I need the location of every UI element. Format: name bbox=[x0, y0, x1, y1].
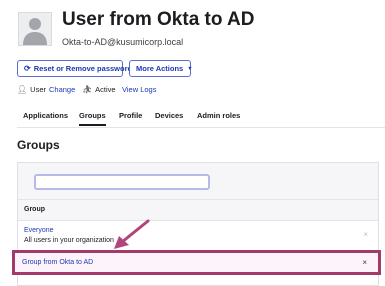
more-actions-button[interactable]: More Actions ▼ bbox=[129, 60, 193, 77]
change-user-type-link[interactable]: Change bbox=[49, 85, 75, 94]
table-header: Group bbox=[18, 200, 378, 221]
active-label: Active bbox=[95, 85, 116, 94]
reset-password-label: Reset or Remove password bbox=[33, 64, 133, 73]
person-icon: 👤︎ bbox=[17, 85, 28, 94]
table-row: Everyone All users in your organization … bbox=[18, 221, 378, 249]
user-active-status: ⛹︎ Active bbox=[82, 85, 116, 94]
caret-down-icon: ▼ bbox=[187, 65, 193, 72]
search-band bbox=[18, 163, 378, 200]
group-description: All users in your organization bbox=[24, 237, 114, 244]
user-silhouette-icon bbox=[23, 18, 47, 45]
refresh-icon: ⟳ bbox=[24, 63, 31, 73]
tab-admin-roles[interactable]: Admin roles bbox=[197, 111, 240, 120]
user-email: Okta-to-AD@kusumicorp.local bbox=[62, 37, 184, 47]
annotation-arrow-icon bbox=[114, 219, 150, 249]
tab-applications[interactable]: Applications bbox=[23, 111, 68, 120]
group-column-header: Group bbox=[24, 206, 45, 213]
remove-group-icon[interactable]: × bbox=[362, 258, 367, 267]
more-actions-label: More Actions bbox=[136, 64, 184, 73]
user-type-status: 👤︎ User Change bbox=[17, 85, 75, 94]
group-search-input[interactable] bbox=[34, 174, 210, 190]
active-user-icon: ⛹︎ bbox=[82, 85, 93, 94]
groups-heading: Groups bbox=[17, 138, 60, 152]
view-logs: View Logs bbox=[122, 85, 156, 94]
tab-profile[interactable]: Profile bbox=[119, 111, 142, 120]
tab-devices[interactable]: Devices bbox=[155, 111, 183, 120]
group-name-link[interactable]: Everyone bbox=[24, 227, 54, 234]
reset-password-button[interactable]: ⟳ Reset or Remove password bbox=[17, 60, 132, 77]
avatar bbox=[18, 12, 52, 46]
highlighted-table-row: Group from Okta to AD × bbox=[12, 250, 381, 275]
tab-groups[interactable]: Groups bbox=[79, 111, 106, 126]
page-title: User from Okta to AD bbox=[62, 9, 255, 30]
view-logs-link[interactable]: View Logs bbox=[122, 85, 156, 94]
remove-group-icon[interactable]: × bbox=[363, 230, 368, 239]
group-name-link[interactable]: Group from Okta to AD bbox=[22, 259, 93, 266]
profile-tabs: Applications Groups Profile Devices Admi… bbox=[17, 111, 385, 128]
user-type-label: User bbox=[30, 85, 46, 94]
